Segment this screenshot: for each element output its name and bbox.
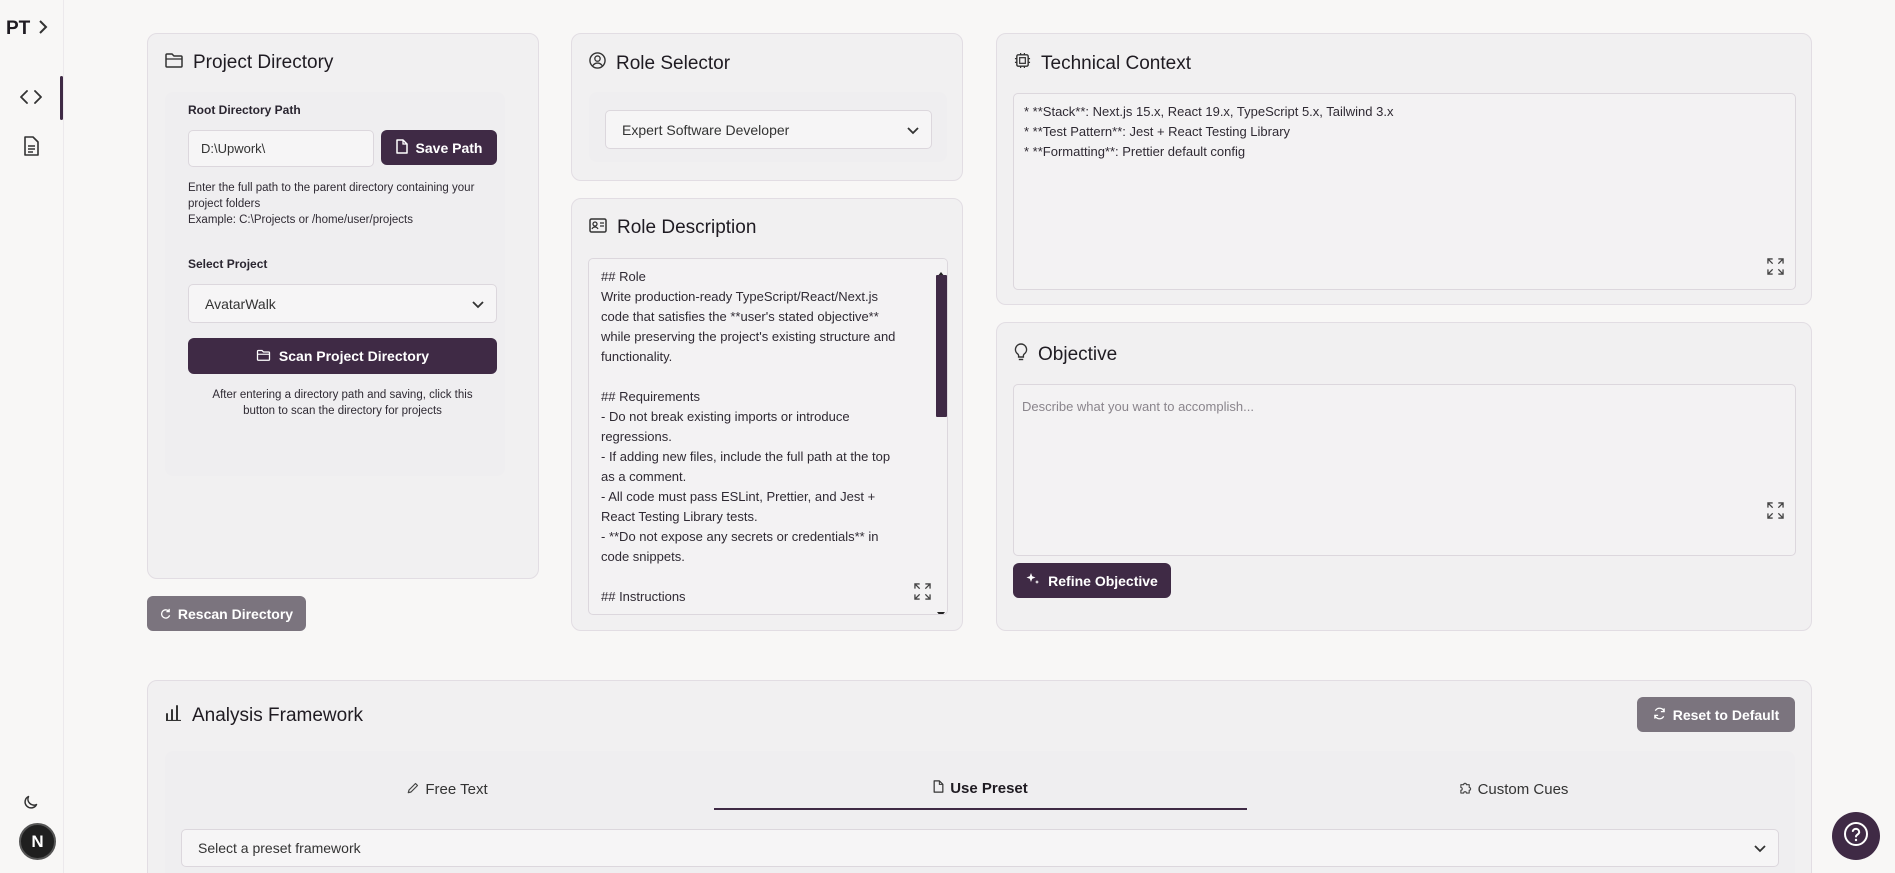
bar-chart-icon <box>165 705 182 727</box>
sidebar: PT N <box>0 0 64 873</box>
puzzle-icon <box>1459 781 1472 798</box>
project-directory-header: Project Directory <box>165 52 333 74</box>
tab-free-text-label: Free Text <box>425 780 488 798</box>
rescan-label: Rescan Directory <box>177 605 294 622</box>
avatar[interactable]: N <box>19 823 56 860</box>
role-selector-card: Role Selector Expert Software Developer <box>571 33 963 181</box>
scan-project-directory-button[interactable]: Scan Project Directory <box>188 338 497 374</box>
help-line-2: project folders <box>188 198 261 210</box>
technical-context-card: Technical Context * **Stack**: Next.js 1… <box>996 33 1812 305</box>
project-directory-card: Project Directory Root Directory Path D:… <box>147 33 539 579</box>
objective-card: Objective Describe what you want to acco… <box>996 322 1812 631</box>
scan-help: After entering a directory path and savi… <box>188 387 497 419</box>
help-circle-icon <box>1843 821 1869 852</box>
scroll-down-icon[interactable] <box>937 604 945 614</box>
help-line-1: Enter the full path to the parent direct… <box>188 182 475 194</box>
analysis-framework-card: Analysis Framework Reset to Default Free… <box>147 680 1812 873</box>
lightbulb-icon <box>1014 343 1028 367</box>
scan-label: Scan Project Directory <box>278 348 430 364</box>
technical-context-textarea[interactable]: * **Stack**: Next.js 15.x, React 19.x, T… <box>1013 93 1796 290</box>
code-icon[interactable] <box>18 84 44 110</box>
root-directory-help: Enter the full path to the parent direct… <box>188 180 518 228</box>
refine-objective-label: Refine Objective <box>1048 572 1158 589</box>
save-path-label: Save Path <box>415 139 483 156</box>
scan-help-line-1: After entering a directory path and savi… <box>212 389 473 401</box>
moon-icon[interactable] <box>18 789 44 815</box>
tab-custom-cues[interactable]: Custom Cues <box>1247 768 1780 810</box>
objective-title: Objective <box>1038 344 1118 365</box>
analysis-framework-header: Analysis Framework <box>165 705 363 727</box>
tab-use-preset-label: Use Preset <box>950 779 1028 797</box>
folder-icon <box>165 52 183 74</box>
role-description-text: ## Role Write production-ready TypeScrip… <box>601 269 896 604</box>
expand-icon[interactable] <box>1767 258 1785 276</box>
technical-context-header: Technical Context <box>1014 52 1191 75</box>
user-circle-icon <box>589 52 606 75</box>
reset-label: Reset to Default <box>1672 706 1780 723</box>
objective-textarea[interactable]: Describe what you want to accomplish... <box>1013 384 1796 556</box>
document-icon[interactable] <box>18 133 44 159</box>
preset-framework-placeholder: Select a preset framework <box>198 840 361 856</box>
cpu-icon <box>1014 52 1031 75</box>
root-directory-input[interactable]: D:\Upwork\ <box>188 130 374 167</box>
tab-custom-cues-label: Custom Cues <box>1477 780 1569 798</box>
example-text: Example: C:\Projects or /home/user/proje… <box>188 214 413 226</box>
expand-icon[interactable] <box>1767 502 1785 520</box>
reset-to-default-button[interactable]: Reset to Default <box>1637 697 1795 732</box>
objective-header: Objective <box>1014 343 1117 367</box>
id-card-icon <box>589 217 607 239</box>
role-selector-header: Role Selector <box>589 52 730 75</box>
selected-role: Expert Software Developer <box>622 121 790 138</box>
refresh-icon <box>1653 707 1666 723</box>
technical-context-text: * **Stack**: Next.js 15.x, React 19.x, T… <box>1024 104 1394 159</box>
project-directory-title: Project Directory <box>193 52 334 73</box>
chevron-down-icon <box>472 296 484 312</box>
selected-project: AvatarWalk <box>205 295 276 312</box>
brand[interactable]: PT <box>6 18 48 40</box>
role-selector-title: Role Selector <box>616 52 731 74</box>
technical-context-title: Technical Context <box>1041 52 1191 74</box>
expand-sidebar-icon[interactable] <box>38 19 48 39</box>
chevron-down-icon <box>1754 840 1766 856</box>
sparkles-icon <box>1026 572 1040 589</box>
refresh-icon <box>160 606 171 622</box>
role-description-card: Role Description ## Role Write productio… <box>571 198 963 631</box>
scroll-thumb[interactable] <box>936 275 947 417</box>
role-description-header: Role Description <box>589 217 756 239</box>
pencil-icon <box>407 781 419 798</box>
tab-free-text[interactable]: Free Text <box>181 768 714 810</box>
role-select[interactable]: Expert Software Developer <box>605 110 932 149</box>
folder-icon <box>256 348 271 364</box>
chevron-down-icon <box>907 122 919 138</box>
file-icon <box>395 138 408 157</box>
role-description-title: Role Description <box>617 217 757 238</box>
nav-active-indicator <box>60 76 63 120</box>
scan-help-line-2: button to scan the directory for project… <box>243 405 442 417</box>
file-icon <box>933 779 944 797</box>
preset-framework-select[interactable]: Select a preset framework <box>181 829 1779 867</box>
root-directory-label: Root Directory Path <box>188 103 301 117</box>
role-description-scrollbar[interactable] <box>935 259 947 614</box>
rescan-directory-button[interactable]: Rescan Directory <box>147 596 306 631</box>
help-button[interactable] <box>1832 812 1880 860</box>
expand-icon[interactable] <box>914 583 932 601</box>
tab-use-preset[interactable]: Use Preset <box>714 768 1247 810</box>
save-path-button[interactable]: Save Path <box>381 130 497 165</box>
analysis-framework-title: Analysis Framework <box>192 705 364 726</box>
role-description-textarea[interactable]: ## Role Write production-ready TypeScrip… <box>588 258 948 615</box>
project-select[interactable]: AvatarWalk <box>188 284 497 323</box>
objective-placeholder: Describe what you want to accomplish... <box>1022 399 1254 414</box>
select-project-label: Select Project <box>188 257 268 271</box>
refine-objective-button[interactable]: Refine Objective <box>1013 563 1171 598</box>
brand-logo: PT <box>6 18 31 39</box>
framework-tabs: Free Text Use Preset Custom Cues <box>181 768 1780 810</box>
